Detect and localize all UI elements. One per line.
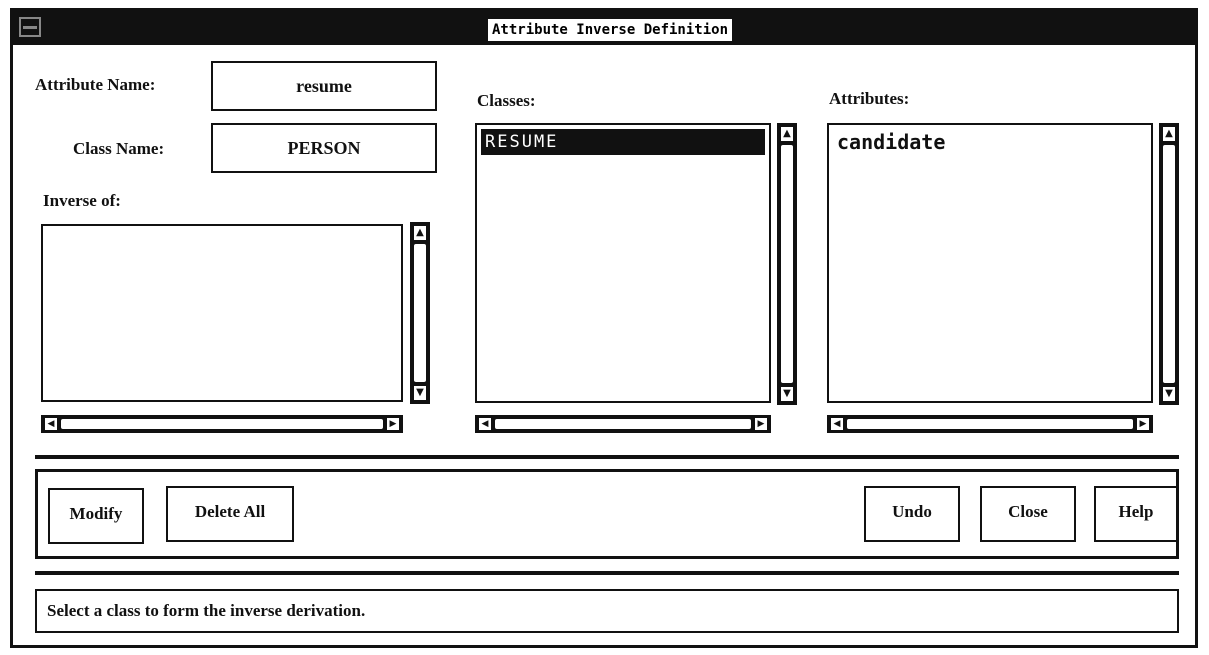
scroll-down-arrow-icon[interactable]: ▼ — [1163, 387, 1175, 401]
scroll-left-arrow-icon[interactable]: ◀ — [479, 418, 491, 430]
scroll-right-arrow-icon[interactable]: ▶ — [755, 418, 767, 430]
classes-vscroll[interactable]: ▲ ▼ — [777, 123, 797, 405]
list-item[interactable]: candidate — [833, 129, 1147, 155]
scroll-left-arrow-icon[interactable]: ◀ — [45, 418, 57, 430]
class-name-field[interactable]: PERSON — [211, 123, 437, 173]
help-button-label: Help — [1118, 502, 1154, 521]
scroll-trough[interactable] — [781, 145, 793, 383]
attributes-label: Attributes: — [829, 89, 910, 108]
button-bar: Modify Delete All Undo Close Help — [35, 469, 1179, 559]
scroll-up-arrow-icon[interactable]: ▲ — [1163, 127, 1175, 141]
scroll-down-arrow-icon[interactable]: ▼ — [781, 387, 793, 401]
scroll-trough[interactable] — [847, 419, 1133, 429]
attributes-vscroll[interactable]: ▲ ▼ — [1159, 123, 1179, 405]
help-button[interactable]: Help — [1094, 486, 1178, 542]
scroll-left-arrow-icon[interactable]: ◀ — [831, 418, 843, 430]
delete-all-button-label: Delete All — [194, 502, 266, 521]
list-item[interactable]: RESUME — [481, 129, 765, 155]
scroll-right-arrow-icon[interactable]: ▶ — [387, 418, 399, 430]
scroll-down-arrow-icon[interactable]: ▼ — [414, 386, 426, 400]
close-button-label: Close — [1008, 502, 1048, 521]
close-button[interactable]: Close — [980, 486, 1076, 542]
scroll-trough[interactable] — [414, 244, 426, 382]
attribute-name-field[interactable]: resume — [211, 61, 437, 111]
undo-button[interactable]: Undo — [864, 486, 960, 542]
attribute-name-label: Attribute Name: — [35, 75, 156, 94]
undo-button-label: Undo — [892, 502, 932, 521]
delete-all-button[interactable]: Delete All — [166, 486, 294, 542]
attribute-inverse-window: Attribute Inverse Definition Attribute N… — [10, 8, 1198, 648]
status-bar: Select a class to form the inverse deriv… — [35, 589, 1179, 633]
system-menu-icon[interactable] — [19, 17, 41, 37]
title-bar[interactable]: Attribute Inverse Definition — [13, 11, 1195, 45]
scroll-up-arrow-icon[interactable]: ▲ — [414, 226, 426, 240]
separator — [35, 571, 1179, 575]
scroll-trough[interactable] — [61, 419, 383, 429]
inverse-of-label: Inverse of: — [43, 191, 121, 210]
attributes-hscroll[interactable]: ◀ ▶ — [827, 415, 1153, 433]
inverse-of-vscroll[interactable]: ▲ ▼ — [410, 222, 430, 404]
inverse-of-hscroll[interactable]: ◀ ▶ — [41, 415, 403, 433]
classes-label: Classes: — [477, 91, 536, 110]
scroll-trough[interactable] — [1163, 145, 1175, 383]
classes-hscroll[interactable]: ◀ ▶ — [475, 415, 771, 433]
inverse-of-list[interactable] — [41, 224, 403, 402]
separator — [35, 455, 1179, 459]
window-title: Attribute Inverse Definition — [488, 19, 733, 41]
attributes-list[interactable]: candidate — [827, 123, 1153, 403]
scroll-up-arrow-icon[interactable]: ▲ — [781, 127, 793, 141]
modify-button-label: Modify — [69, 504, 123, 523]
scroll-trough[interactable] — [495, 419, 751, 429]
classes-list[interactable]: RESUME — [475, 123, 771, 403]
class-name-label: Class Name: — [73, 139, 165, 158]
scroll-right-arrow-icon[interactable]: ▶ — [1137, 418, 1149, 430]
modify-button[interactable]: Modify — [48, 488, 144, 544]
